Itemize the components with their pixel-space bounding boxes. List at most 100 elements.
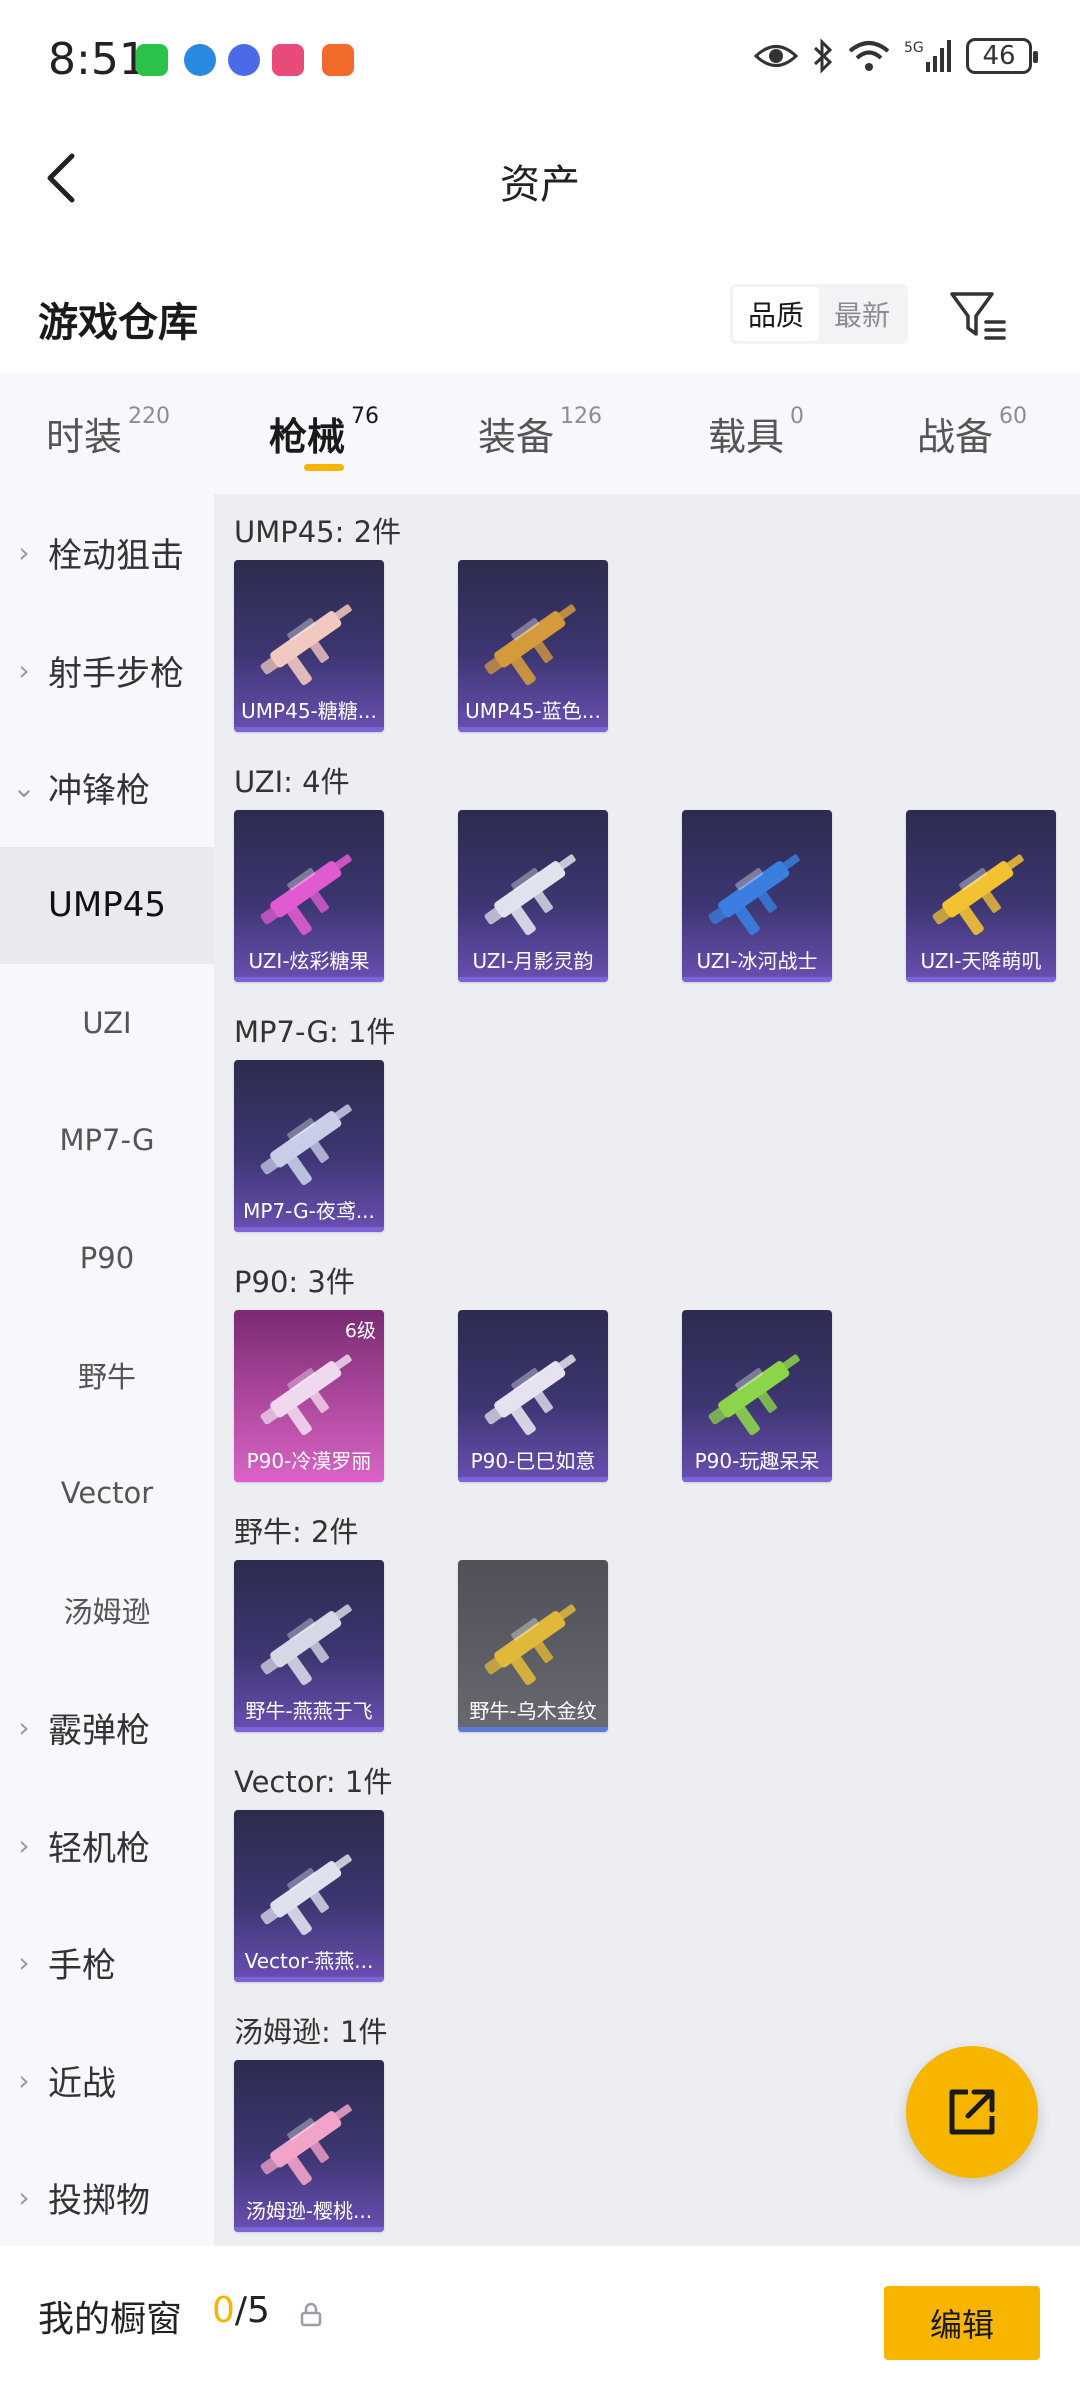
rarity-strip — [234, 727, 384, 732]
weapon-skin-card[interactable]: 汤姆逊-樱桃... — [234, 2060, 384, 2232]
svg-text:5G: 5G — [904, 40, 924, 56]
weapon-skin-card[interactable]: UZI-冰河战士 — [682, 810, 832, 982]
tab-firearms[interactable]: 枪械 76 — [216, 372, 432, 494]
sidebar-subitem[interactable]: 野牛 — [0, 1317, 214, 1435]
weapon-group: UMP45: 2件 UMP45-糖糖... UMP45-蓝色... — [234, 510, 608, 732]
tab-count: 60 — [999, 404, 1027, 429]
weapon-skin-card[interactable]: UMP45-蓝色... — [458, 560, 608, 732]
status-icons: 5G 46 — [754, 38, 1038, 74]
sidebar-category[interactable]: › 霰弹枪 — [0, 1669, 214, 1787]
category-tabs: 时装 220 枪械 76 装备 126 载具 0 战备 60 — [0, 372, 1080, 494]
rarity-strip — [234, 1477, 384, 1482]
weapon-skin-icon — [484, 1604, 576, 1686]
sidebar-subitem[interactable]: UMP45 — [0, 846, 214, 964]
battery-level: 46 — [982, 41, 1016, 71]
weapon-skin-card[interactable]: MP7-G-夜鸢... — [234, 1060, 384, 1232]
weapon-skin-icon — [260, 1854, 352, 1936]
rarity-strip — [682, 1477, 832, 1482]
skin-name: 汤姆逊-樱桃... — [245, 2199, 373, 2223]
sidebar-category[interactable]: › 栓动狙击 — [0, 494, 214, 612]
weapon-skin-card[interactable]: UZI-月影灵韵 — [458, 810, 608, 982]
tab-equipment[interactable]: 装备 126 — [432, 372, 648, 494]
skin-name: Vector-燕燕... — [244, 1949, 374, 1973]
tab-count: 0 — [790, 404, 804, 429]
sidebar-category[interactable]: › 近战 — [0, 2022, 214, 2140]
showcase-current: 0 — [212, 2290, 235, 2331]
weapon-skin-card[interactable]: 野牛-燕燕于飞 — [234, 1560, 384, 1732]
bluetooth-icon — [813, 38, 833, 74]
bottom-bar: 我的橱窗 0/5 编辑 — [0, 2246, 1080, 2381]
chevron-right-icon: › — [18, 653, 30, 687]
sidebar-subitem[interactable]: P90 — [0, 1199, 214, 1317]
store-icon — [322, 44, 354, 76]
weapon-skin-card[interactable]: 野牛-乌木金纹 — [458, 1560, 608, 1732]
tab-label: 枪械 — [268, 415, 345, 459]
sort-toggle: 品质 最新 — [730, 284, 908, 344]
weapon-group: 野牛: 2件 野牛-燕燕于飞 野牛-乌木金纹 — [234, 1510, 608, 1732]
group-title: UZI: 4件 — [234, 765, 350, 799]
edit-button[interactable]: 编辑 — [884, 2286, 1040, 2360]
weapon-skin-card[interactable]: Vector-燕燕... — [234, 1810, 384, 1982]
tab-fashion[interactable]: 时装 220 — [0, 372, 216, 494]
weapon-skin-icon — [932, 854, 1024, 936]
filter-icon[interactable] — [946, 284, 1010, 348]
sidebar-subitem[interactable]: UZI — [0, 964, 214, 1082]
weapon-group: Vector: 1件 Vector-燕燕... — [234, 1760, 392, 1982]
rarity-strip — [906, 977, 1056, 982]
tab-vehicles[interactable]: 载具 0 — [648, 372, 864, 494]
weapon-skin-card[interactable]: UZI-炫彩糖果 — [234, 810, 384, 982]
sidebar-item-label: UMP45 — [48, 885, 166, 926]
music-icon — [228, 44, 260, 76]
weapon-skin-card[interactable]: UZI-天降萌叽 — [906, 810, 1056, 982]
skin-name: P90-巳巳如意 — [470, 1449, 596, 1473]
nav-bar: 资产 — [0, 120, 1080, 230]
rarity-strip — [234, 1727, 384, 1732]
sidebar-subitem[interactable]: 汤姆逊 — [0, 1552, 214, 1670]
weapon-skin-card[interactable]: UMP45-糖糖... — [234, 560, 384, 732]
sidebar-item-label: 手枪 — [48, 1946, 116, 1987]
skin-name: UMP45-蓝色... — [465, 699, 601, 723]
share-button[interactable] — [906, 2046, 1038, 2178]
rarity-strip — [682, 977, 832, 982]
sidebar-subitem[interactable]: Vector — [0, 1434, 214, 1552]
rarity-strip — [234, 1227, 384, 1232]
sidebar-category[interactable]: ⌄ 冲锋枪 — [0, 729, 214, 847]
card-row: 野牛-燕燕于飞 野牛-乌木金纹 — [234, 1560, 608, 1732]
sidebar-category[interactable]: › 轻机枪 — [0, 1787, 214, 1905]
tab-supplies[interactable]: 战备 60 — [864, 372, 1080, 494]
tab-count: 220 — [128, 404, 170, 429]
rarity-strip — [458, 977, 608, 982]
weapon-skin-icon — [260, 1354, 352, 1436]
showcase-total: /5 — [234, 2290, 270, 2331]
group-title: P90: 3件 — [234, 1265, 355, 1299]
chevron-right-icon: › — [18, 2181, 30, 2215]
group-title: 汤姆逊: 1件 — [234, 2015, 388, 2049]
skin-name: 野牛-乌木金纹 — [469, 1699, 597, 1723]
tab-count: 76 — [351, 404, 379, 429]
browser-icon — [184, 44, 216, 76]
sidebar-subitem[interactable]: MP7-G — [0, 1082, 214, 1200]
sidebar-category[interactable]: › 投掷物 — [0, 2139, 214, 2257]
rarity-strip — [234, 1977, 384, 1982]
weapon-skin-icon — [260, 1604, 352, 1686]
skin-name: UZI-冰河战士 — [696, 949, 818, 973]
rarity-strip — [458, 1477, 608, 1482]
weapon-skin-card[interactable]: P90-玩趣呆呆 — [682, 1310, 832, 1482]
sort-option-quality[interactable]: 品质 — [733, 287, 819, 341]
status-time: 8:51 — [48, 34, 147, 85]
sidebar-category[interactable]: › 手枪 — [0, 1904, 214, 2022]
sidebar-item-label: P90 — [79, 1240, 135, 1275]
chevron-right-icon: › — [18, 1946, 30, 1980]
card-row: 汤姆逊-樱桃... — [234, 2060, 387, 2232]
sidebar-category[interactable]: › 射手步枪 — [0, 612, 214, 730]
level-badge: 6级 — [344, 1320, 376, 1342]
sort-option-latest[interactable]: 最新 — [819, 287, 905, 341]
showcase-count: 0/5 — [212, 2290, 270, 2331]
card-row: MP7-G-夜鸢... — [234, 1060, 395, 1232]
weapon-skin-icon — [260, 604, 352, 686]
chevron-down-icon: ⌄ — [12, 771, 36, 805]
weapon-skin-card[interactable]: 6级 P90-冷漠罗丽 — [234, 1310, 384, 1482]
weapon-skin-card[interactable]: P90-巳巳如意 — [458, 1310, 608, 1482]
skin-name: P90-玩趣呆呆 — [694, 1449, 820, 1473]
sidebar-item-label: 栓动狙击 — [48, 536, 184, 577]
